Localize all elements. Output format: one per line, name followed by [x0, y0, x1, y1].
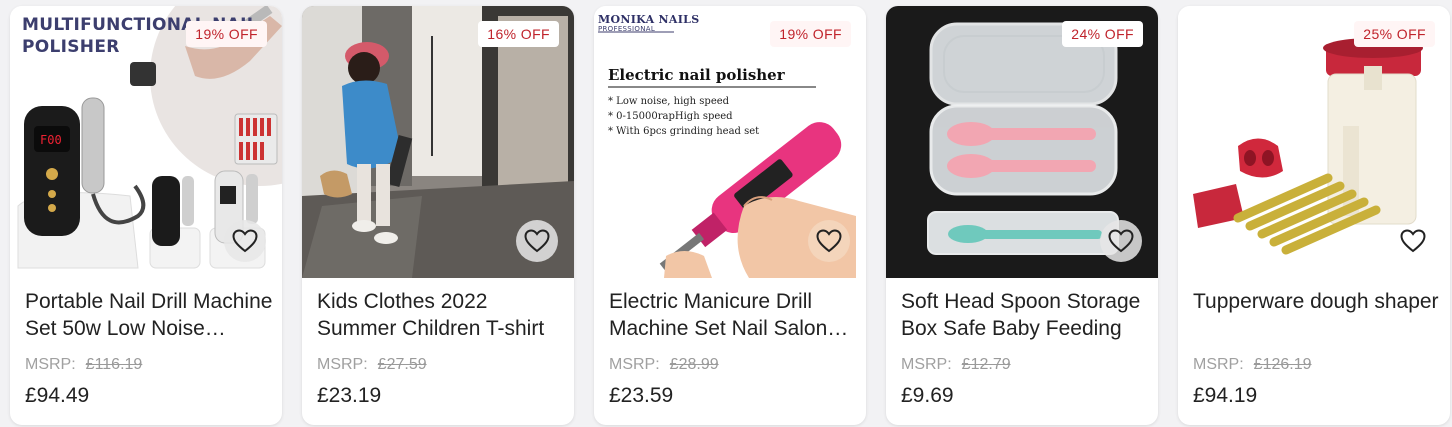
- sale-price: £23.19: [317, 384, 382, 407]
- sale-price: £9.69: [901, 384, 954, 407]
- msrp: MSRP: £116.19: [25, 356, 142, 374]
- product-card[interactable]: 16% OFF Kids Clothes 2022 Summer Childre…: [302, 6, 574, 425]
- image-bullet: * 0-15000rapHigh speed: [608, 111, 733, 122]
- sale-price: £94.19: [1193, 384, 1258, 407]
- discount-badge: 24% OFF: [1062, 21, 1143, 47]
- product-grid-row: F00 MULTIFUNCTIONAL NAIL POLISHER 19% OF…: [0, 0, 1452, 427]
- discount-badge: 19% OFF: [186, 21, 267, 47]
- wishlist-button[interactable]: [1100, 220, 1142, 262]
- msrp: MSRP: £27.59: [317, 356, 427, 374]
- image-bullets: * Low noise, high speed * 0-15000rapHigh…: [608, 94, 759, 139]
- heart-outline-icon: [1400, 229, 1426, 253]
- msrp: MSRP: £126.19: [1193, 356, 1312, 374]
- wishlist-button[interactable]: [808, 220, 850, 262]
- product-title[interactable]: Tupperware dough shaper: [1193, 288, 1441, 315]
- discount-badge: 25% OFF: [1354, 21, 1435, 47]
- product-title[interactable]: Electric Manicure Drill Machine Set Nail…: [609, 288, 857, 342]
- product-image[interactable]: 16% OFF: [302, 6, 574, 278]
- msrp-label: MSRP:: [901, 356, 952, 373]
- msrp-price: £12.79: [961, 356, 1011, 373]
- msrp-price: £116.19: [85, 356, 143, 373]
- heart-outline-icon: [232, 229, 258, 253]
- product-image[interactable]: 25% OFF: [1178, 6, 1450, 278]
- product-card[interactable]: MONIKA NAILS PROFESSIONAL Electric nail …: [594, 6, 866, 425]
- sale-price: £94.49: [25, 384, 90, 407]
- msrp-label: MSRP:: [317, 356, 368, 373]
- svg-text:F00: F00: [40, 133, 62, 147]
- msrp-price: £28.99: [669, 356, 719, 373]
- wishlist-button[interactable]: [1392, 220, 1434, 262]
- product-card[interactable]: 24% OFF Soft Head Spoon Storage Box Safe…: [886, 6, 1158, 425]
- product-image[interactable]: 24% OFF: [886, 6, 1158, 278]
- discount-badge: 16% OFF: [478, 21, 559, 47]
- product-card[interactable]: 25% OFF Tupperware dough shaper MSRP: £12…: [1178, 6, 1450, 425]
- wishlist-button[interactable]: [516, 220, 558, 262]
- image-brand-subtext: PROFESSIONAL: [598, 25, 656, 33]
- product-title[interactable]: Kids Clothes 2022 Summer Children T-shir…: [317, 288, 565, 342]
- heart-outline-icon: [816, 229, 842, 253]
- msrp-price: £126.19: [1253, 356, 1312, 373]
- discount-badge: 19% OFF: [770, 21, 851, 47]
- msrp: MSRP: £28.99: [609, 356, 719, 374]
- image-bullet: * With 6pcs grinding head set: [608, 126, 760, 137]
- heart-outline-icon: [1108, 229, 1134, 253]
- wishlist-button[interactable]: [224, 220, 266, 262]
- product-image[interactable]: MONIKA NAILS PROFESSIONAL Electric nail …: [594, 6, 866, 278]
- product-image[interactable]: F00 MULTIFUNCTIONAL NAIL POLISHER 19% OF…: [10, 6, 282, 278]
- product-card[interactable]: F00 MULTIFUNCTIONAL NAIL POLISHER 19% OF…: [10, 6, 282, 425]
- product-title[interactable]: Portable Nail Drill Machine Set 50w Low …: [25, 288, 273, 342]
- sale-price: £23.59: [609, 384, 674, 407]
- msrp-label: MSRP:: [1193, 356, 1244, 373]
- msrp-label: MSRP:: [25, 356, 76, 373]
- msrp: MSRP: £12.79: [901, 356, 1011, 374]
- msrp-price: £27.59: [377, 356, 427, 373]
- msrp-label: MSRP:: [609, 356, 660, 373]
- image-heading: Electric nail polisher: [608, 66, 785, 84]
- product-title[interactable]: Soft Head Spoon Storage Box Safe Baby Fe…: [901, 288, 1149, 342]
- image-bullet: * Low noise, high speed: [608, 96, 730, 107]
- heart-outline-icon: [524, 229, 550, 253]
